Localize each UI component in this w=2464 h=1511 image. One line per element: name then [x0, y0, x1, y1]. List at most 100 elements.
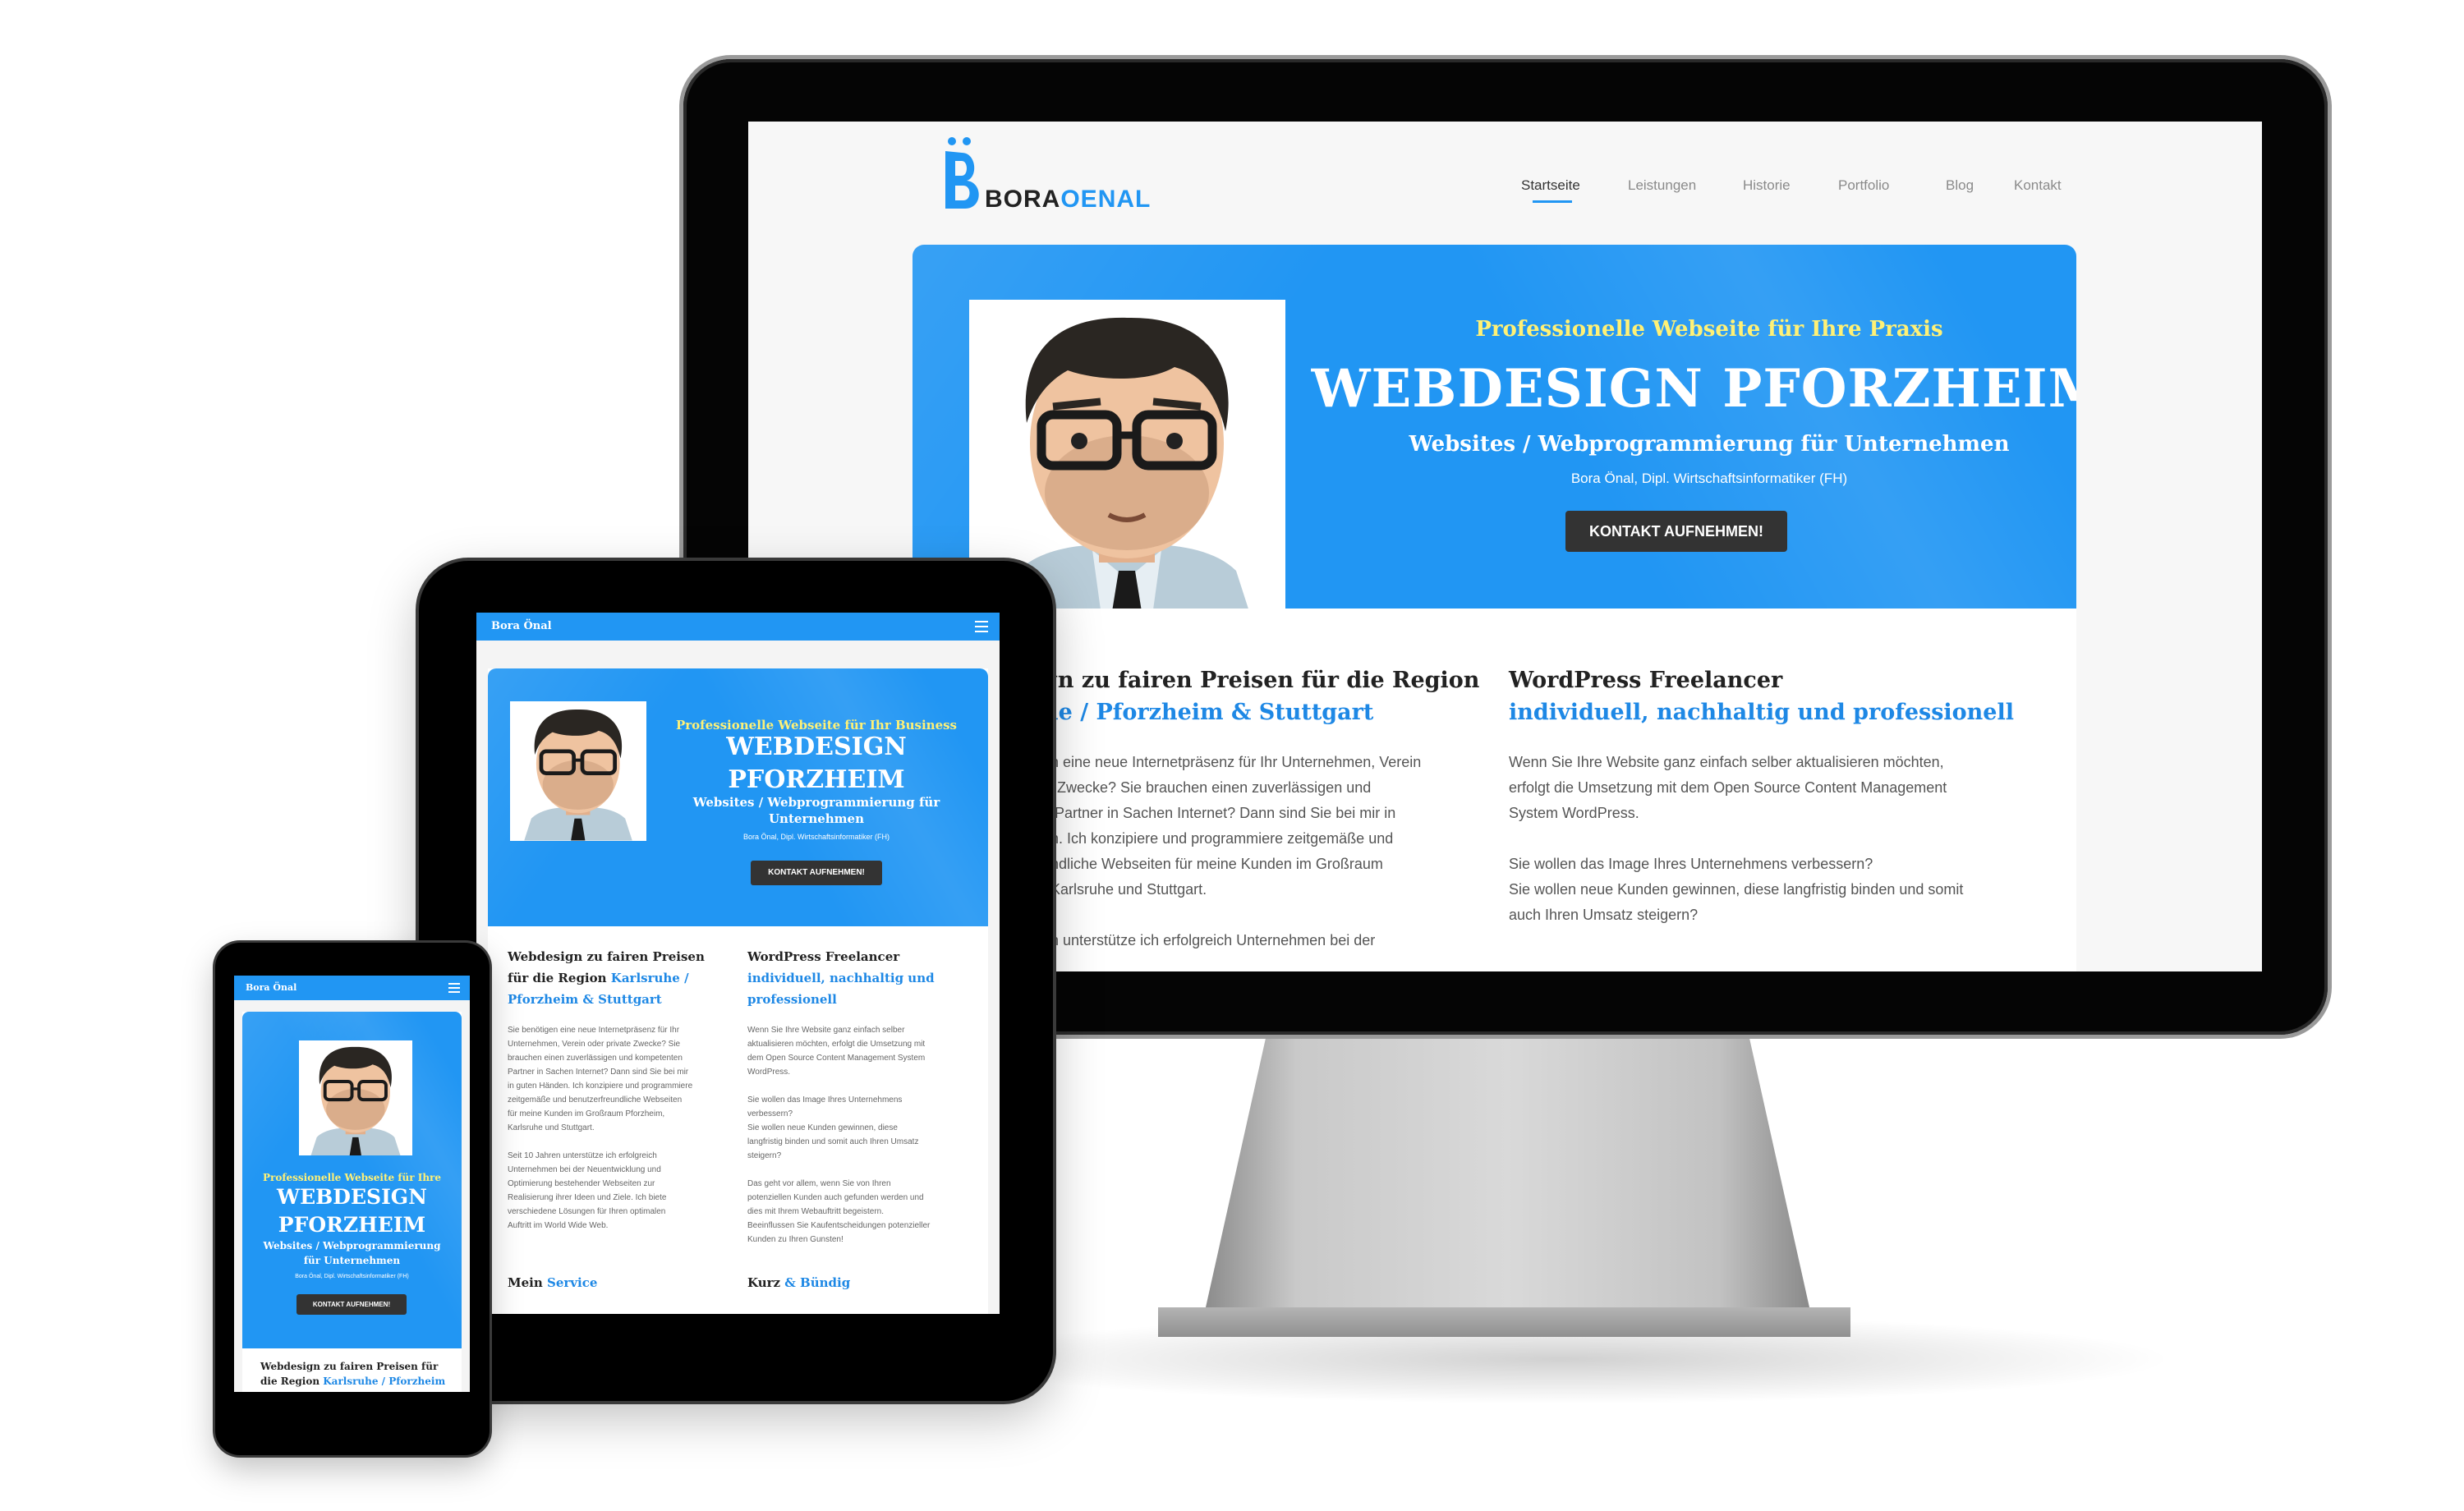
text-line: brauchen einen zuverlässigen und kompete… [508, 1054, 683, 1063]
text-line: Optimierung bestehender Webseiten zur [508, 1179, 655, 1188]
nav-leistungen[interactable]: Leistungen [1628, 177, 1696, 194]
nav-historie[interactable]: Historie [1743, 177, 1791, 194]
section-right-heading: WordPress Freelancer [1509, 668, 1783, 693]
avatar-illustration [310, 1046, 401, 1155]
text-line: steigern? [747, 1151, 782, 1160]
tablet-hero-subtitle-1: Websites / Webprogrammierung für [692, 795, 940, 810]
text-line: Wenn Sie Ihre Website ganz einfach selbe… [747, 1026, 905, 1035]
hero-tagline: Professionelle Webseite für Ihre Praxis [1475, 317, 1943, 342]
text-line: Auftritt im World Wide Web. [508, 1221, 609, 1230]
nav-kontakt[interactable]: Kontakt [2014, 177, 2062, 194]
tablet-right-text: Wenn Sie Ihre Website ganz einfach selbe… [747, 1023, 977, 1247]
site-logo[interactable]: BORAOENAL [940, 133, 1150, 215]
phone-section: Webdesign zu fairen Preisen für die Regi… [260, 1359, 449, 1389]
text-line: Unternehmen, Verein oder private Zwecke?… [508, 1040, 681, 1049]
phone-heading-blue: Karlsruhe / Pforzheim [323, 1376, 446, 1387]
avatar-illustration [524, 709, 632, 841]
section-right: WordPress Freelancer individuell, nachha… [1509, 668, 2034, 928]
nav-active-underline [1533, 200, 1572, 203]
tablet-section-right: WordPress Freelancer individuell, nachha… [747, 946, 977, 1290]
tablet-hero-tagline: Professionelle Webseite für Ihr Business [675, 718, 958, 733]
tablet-kurz-heading-blue: & Bündig [784, 1275, 851, 1290]
tablet-website: Bora Önal Professionelle Webseite für Ih… [476, 613, 1000, 1314]
tablet-site-title[interactable]: Bora Önal [491, 620, 552, 632]
monitor-stand-base [1158, 1307, 1850, 1337]
hamburger-menu-icon[interactable] [448, 983, 460, 993]
text-line: potenziellen Kunden auch gefunden werden… [747, 1193, 924, 1202]
tablet-hero-byline: Bora Önal, Dipl. Wirtschaftsinformatiker… [742, 833, 890, 841]
text-line: Zwecke? Sie brauchen einen zuverlässigen… [1057, 779, 1372, 796]
text-line: en. Ich konzipiere und programmiere zeit… [1042, 830, 1394, 847]
tablet-hero-title-2: PFORZHEIM [728, 765, 905, 794]
nav-startseite[interactable]: Startseite [1521, 177, 1580, 194]
section-left-heading-blue: he / Pforzheim & Stuttgart [1042, 700, 1374, 725]
text-line: in guten Händen. Ich konzipiere und prog… [508, 1082, 693, 1091]
phone-hero-byline: Bora Önal, Dipl. Wirtschaftsinformatiker… [295, 1274, 409, 1279]
hero-title: WEBDESIGN PFORZHEIM [1311, 358, 2076, 420]
text-line: Karlsruhe und Stuttgart. [1050, 881, 1207, 898]
section-right-heading-blue: individuell, nachhaltig und professionel… [1509, 700, 2014, 725]
section-left: gn zu fairen Preisen für die Region he /… [1042, 668, 1502, 953]
phone-heading-line2: die Region [260, 1376, 320, 1387]
text-line: dies mit Ihrem Webauftritt begeistern. [747, 1207, 884, 1216]
tablet-hero: Professionelle Webseite für Ihr Business… [488, 668, 988, 926]
text-line: auch Ihren Umsatz steigern? [1509, 907, 1699, 923]
nav-blog[interactable]: Blog [1946, 177, 1974, 194]
main-nav: Startseite Leistungen Historie Portfolio… [748, 177, 2262, 203]
tablet-section-left: Webdesign zu fairen Preisen für die Regi… [508, 946, 729, 1290]
phone-contact-button[interactable]: KONTAKT AUFNEHMEN! [297, 1294, 407, 1315]
text-line: Sie wollen das Image Ihres Unternehmens … [1509, 856, 1873, 872]
phone-hero-subtitle-1: Websites / Webprogrammierung [263, 1240, 441, 1252]
phone-hero: Professionelle Webseite für Ihre WEBDESI… [242, 1012, 462, 1348]
text-line: System WordPress. [1509, 805, 1639, 821]
tablet-right-heading: WordPress Freelancer [747, 949, 900, 964]
text-line: Sie wollen das Image Ihres Unternehmens [747, 1095, 903, 1105]
text-line: Sie wollen neue Kunden gewinnen, diese [747, 1123, 898, 1132]
tablet-left-text: Sie benötigen eine neue Internetpräsenz … [508, 1023, 729, 1233]
phone-topbar: Bora Önal [234, 976, 470, 1000]
text-line: Das geht vor allem, wenn Sie von Ihren [747, 1179, 891, 1188]
phone-site-title[interactable]: Bora Önal [246, 982, 297, 993]
tablet-right-heading-blue: individuell, nachhaltig und professionel… [747, 971, 935, 1007]
text-line: Seit 10 Jahren unterstütze ich erfolgrei… [508, 1151, 657, 1160]
contact-button[interactable]: KONTAKT AUFNEHMEN! [1565, 511, 1787, 552]
text-line: n Partner in Sachen Internet? Dann sind … [1042, 805, 1396, 821]
text-line: Karlsruhe und Stuttgart. [508, 1123, 595, 1132]
tablet-service-heading-blue: Service [547, 1275, 598, 1290]
text-line: Kunden zu Ihren Gunsten! [747, 1235, 844, 1244]
text-line: Beeinflussen Sie Kaufentscheidungen pote… [747, 1221, 931, 1230]
tablet-topbar: Bora Önal [476, 613, 1000, 641]
hero-byline: Bora Önal, Dipl. Wirtschaftsinformatiker… [1570, 471, 1848, 486]
section-left-heading: gn zu fairen Preisen für die Region [1042, 668, 1480, 693]
phone-hero-tagline: Professionelle Webseite für Ihre [262, 1172, 442, 1183]
text-line: zeitgemäße und benutzerfreundliche Webse… [508, 1095, 683, 1105]
text-line: verbessern? [747, 1109, 793, 1118]
phone-avatar [299, 1040, 412, 1155]
tablet-kurz-heading: Kurz [747, 1275, 781, 1290]
section-right-text: Wenn Sie Ihre Website ganz einfach selbe… [1509, 750, 2034, 928]
text-line: en unterstütze ich erfolgreich Unternehm… [1042, 932, 1376, 948]
logo-b-icon [945, 137, 979, 209]
text-line: erfolgt die Umsetzung mit dem Open Sourc… [1509, 779, 1947, 796]
tablet-contact-button[interactable]: KONTAKT AUFNEHMEN! [751, 861, 882, 885]
phone-hero-title-1: WEBDESIGN [277, 1185, 427, 1209]
phone-hero-title-2: PFORZHEIM [278, 1213, 426, 1237]
text-line: Realisierung ihrer Ideen und Ziele. Ich … [508, 1193, 667, 1202]
hamburger-menu-icon[interactable] [975, 621, 988, 632]
text-line: en eine neue Internetpräsenz für Ihr Unt… [1042, 754, 1422, 770]
text-line: langfristig binden und somit auch Ihren … [747, 1137, 919, 1146]
phone-heading-line1: Webdesign zu fairen Preisen für [260, 1361, 439, 1372]
text-line: Wenn Sie Ihre Website ganz einfach selbe… [1509, 754, 1944, 770]
text-line: Unternehmen bei der Neuentwicklung und [508, 1165, 661, 1174]
nav-portfolio[interactable]: Portfolio [1838, 177, 1889, 194]
text-line: WordPress. [747, 1068, 791, 1077]
section-left-text: en eine neue Internetpräsenz für Ihr Unt… [1042, 750, 1502, 953]
text-line: Sie benötigen eine neue Internetpräsenz … [508, 1026, 680, 1035]
tablet-avatar [510, 701, 646, 841]
text-line: für meine Kunden im Großraum Pforzheim, [508, 1109, 665, 1118]
hero-banner: Professionelle Webseite für Ihre Praxis … [913, 245, 2076, 609]
tablet-service-heading: Mein [508, 1275, 543, 1290]
text-line: verschiedene Lösungen für Ihren optimale… [508, 1207, 666, 1216]
text-line: undliche Webseiten für meine Kunden im G… [1042, 856, 1383, 872]
phone-hero-subtitle-2: für Unternehmen [303, 1255, 401, 1266]
